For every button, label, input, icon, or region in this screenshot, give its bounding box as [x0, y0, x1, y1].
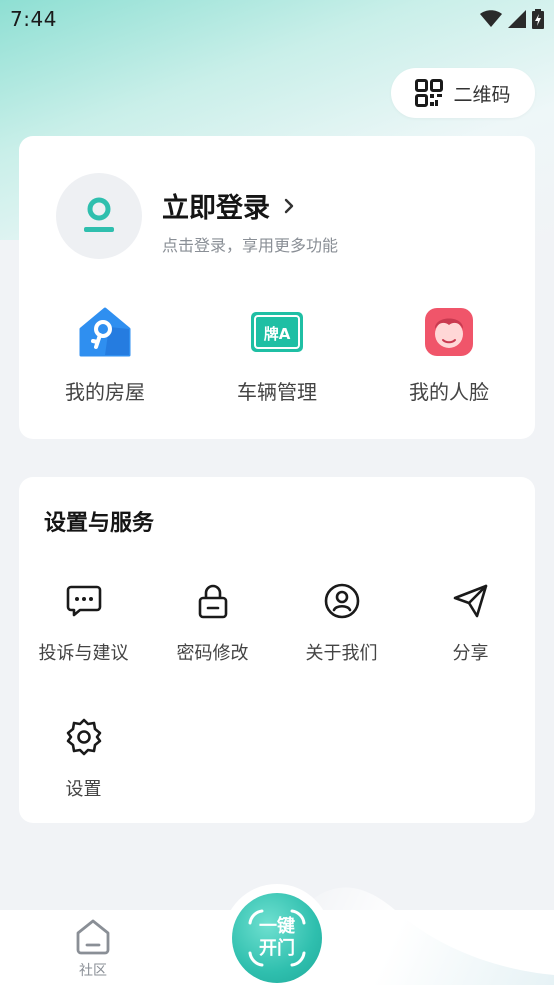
wifi-icon	[480, 10, 502, 27]
home-icon	[76, 919, 110, 955]
status-bar: 7:44	[0, 0, 554, 38]
service-label: 投诉与建议	[38, 643, 129, 664]
tab-community[interactable]: 社区	[58, 918, 128, 980]
signal-icon	[508, 10, 526, 28]
profile-card: 立即登录 点击登录，享用更多功能 我的房屋 牌A 车辆管理 我的人脸	[19, 136, 535, 439]
chat-bubble-icon	[64, 581, 104, 621]
service-label: 关于我们	[305, 643, 378, 664]
login-link[interactable]: 立即登录	[162, 186, 294, 225]
quick-action-my-house[interactable]: 我的房屋	[19, 304, 191, 405]
service-complaint[interactable]: 投诉与建议	[19, 581, 148, 665]
license-plate-icon: 牌A	[249, 304, 305, 360]
service-share[interactable]: 分享	[406, 581, 535, 665]
lock-icon	[193, 581, 233, 621]
gear-icon	[64, 717, 104, 757]
chevron-right-icon	[284, 198, 294, 213]
status-icons	[480, 9, 544, 29]
service-label: 分享	[452, 643, 489, 664]
service-about-us[interactable]: 关于我们	[277, 581, 406, 665]
quick-action-label: 车辆管理	[237, 380, 317, 404]
quick-action-vehicle[interactable]: 牌A 车辆管理	[191, 304, 363, 405]
user-circle-icon	[322, 581, 362, 621]
quick-action-label: 我的房屋	[65, 380, 145, 404]
login-subtitle: 点击登录，享用更多功能	[162, 236, 339, 255]
login-title: 立即登录	[162, 193, 270, 224]
qr-code-icon	[415, 79, 444, 107]
qr-code-label: 二维码	[453, 83, 511, 106]
open-door-button[interactable]: 一键 开门	[232, 893, 322, 983]
tab-community-label: 社区	[79, 963, 107, 979]
plate-text: 牌A	[264, 325, 291, 343]
qr-code-button[interactable]: 二维码	[391, 68, 535, 118]
service-label: 密码修改	[176, 643, 249, 664]
service-settings[interactable]: 设置	[19, 717, 148, 801]
quick-action-label: 我的人脸	[409, 380, 489, 404]
avatar[interactable]	[56, 173, 142, 259]
open-door-line2: 开门	[259, 938, 295, 959]
service-label: 设置	[65, 779, 102, 800]
service-change-password[interactable]: 密码修改	[148, 581, 277, 665]
send-icon	[451, 581, 491, 621]
services-title: 设置与服务	[44, 511, 155, 536]
services-card: 设置与服务 投诉与建议 密码修改 关于我们 分享 设置	[19, 477, 535, 823]
house-key-icon	[77, 304, 133, 360]
quick-action-my-face[interactable]: 我的人脸	[363, 304, 535, 405]
quick-actions: 我的房屋 牌A 车辆管理 我的人脸	[19, 304, 535, 414]
status-time: 7:44	[10, 7, 57, 31]
open-door-line1: 一键	[259, 916, 295, 937]
face-icon	[421, 304, 477, 360]
battery-icon	[532, 9, 544, 29]
user-placeholder-icon	[84, 197, 114, 232]
